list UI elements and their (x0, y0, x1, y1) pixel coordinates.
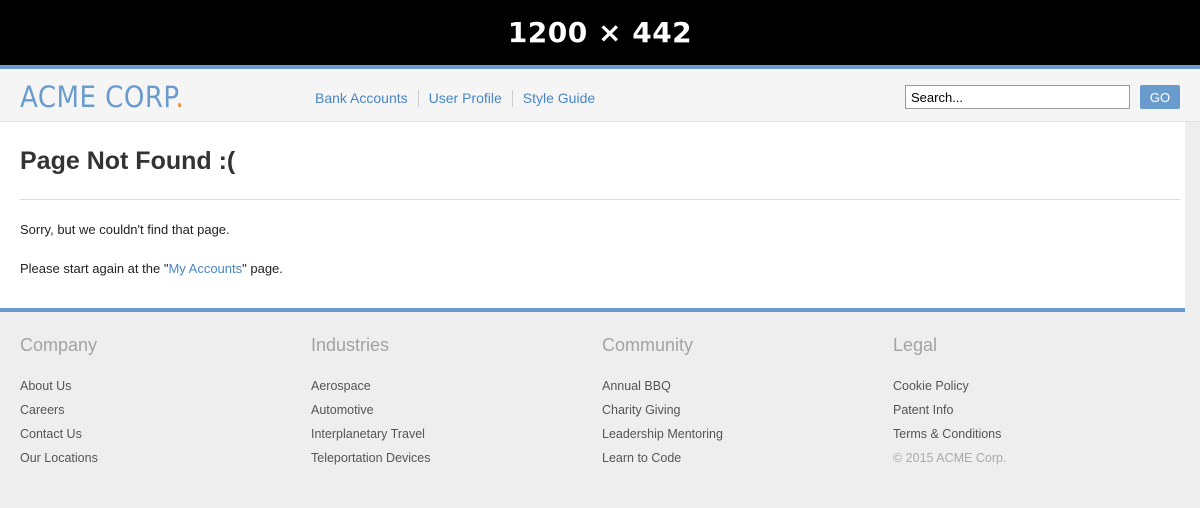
copyright-notice: © 2015 ACME Corp. (893, 451, 1007, 465)
footer-column-company: Company About Us Careers Contact Us Our … (20, 334, 98, 470)
start-again-prefix: Please start again at the " (20, 261, 169, 276)
footer-link-teleportation-devices[interactable]: Teleportation Devices (311, 446, 431, 470)
footer-link-annual-bbq[interactable]: Annual BBQ (602, 374, 723, 398)
logo-dot: . (175, 80, 185, 114)
my-accounts-link[interactable]: My Accounts (168, 261, 242, 276)
nav-user-profile[interactable]: User Profile (417, 90, 512, 107)
search-input[interactable] (905, 85, 1130, 109)
footer-link-careers[interactable]: Careers (20, 398, 98, 422)
main-nav: Bank Accounts User Profile Style Guide (305, 90, 605, 107)
footer-link-patent-info[interactable]: Patent Info (893, 398, 1006, 422)
footer-link-aerospace[interactable]: Aerospace (311, 374, 431, 398)
footer-link-leadership-mentoring[interactable]: Leadership Mentoring (602, 422, 723, 446)
footer-link-terms-conditions[interactable]: Terms & Conditions (893, 422, 1006, 446)
logo[interactable]: ACME CORP. (20, 80, 184, 114)
footer-column-community: Community Annual BBQ Charity Giving Lead… (602, 334, 723, 470)
footer-link-interplanetary-travel[interactable]: Interplanetary Travel (311, 422, 431, 446)
footer-heading-legal: Legal (893, 335, 938, 355)
main-content: Page Not Found :( Sorry, but we couldn't… (0, 122, 1185, 308)
footer-heading-community: Community (602, 335, 694, 355)
dimension-label: 1200 × 442 (507, 16, 693, 49)
footer-link-about-us[interactable]: About Us (20, 374, 98, 398)
footer-link-automotive[interactable]: Automotive (311, 398, 431, 422)
not-found-message: Sorry, but we couldn't find that page. (20, 222, 230, 237)
site-footer: Company About Us Careers Contact Us Our … (0, 308, 1185, 508)
footer-link-charity-giving[interactable]: Charity Giving (602, 398, 723, 422)
footer-heading-company: Company (20, 335, 98, 355)
logo-text: ACME CORP (20, 80, 176, 114)
footer-link-learn-to-code[interactable]: Learn to Code (602, 446, 723, 470)
nav-style-guide[interactable]: Style Guide (511, 90, 605, 107)
page-title: Page Not Found :( (20, 147, 236, 175)
site-header: ACME CORP. Bank Accounts User Profile St… (0, 65, 1200, 122)
start-again-suffix: " page. (242, 261, 283, 276)
footer-heading-industries: Industries (311, 335, 390, 355)
footer-column-legal: Legal Cookie Policy Patent Info Terms & … (893, 334, 1006, 470)
footer-link-cookie-policy[interactable]: Cookie Policy (893, 374, 1006, 398)
go-button[interactable]: GO (1140, 85, 1180, 109)
footer-link-our-locations[interactable]: Our Locations (20, 446, 98, 470)
footer-link-contact-us[interactable]: Contact Us (20, 422, 98, 446)
title-divider (20, 199, 1180, 200)
dimension-banner: 1200 × 442 (0, 0, 1200, 65)
start-again-message: Please start again at the "My Accounts" … (20, 261, 283, 276)
footer-column-industries: Industries Aerospace Automotive Interpla… (311, 334, 431, 470)
nav-bank-accounts[interactable]: Bank Accounts (305, 90, 418, 107)
